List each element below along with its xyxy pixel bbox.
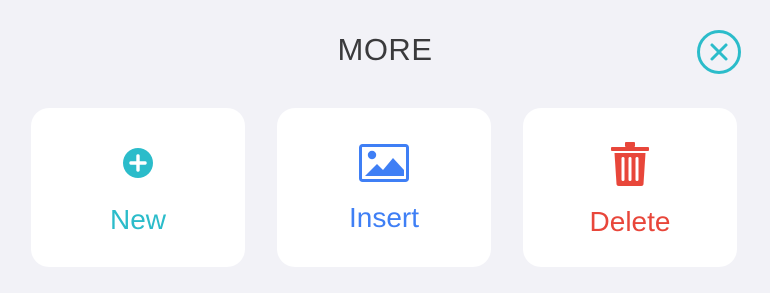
close-button[interactable] — [697, 30, 741, 74]
insert-label: Insert — [348, 202, 420, 233]
new-button[interactable]: New — [31, 108, 245, 267]
insert-button[interactable]: Insert — [277, 108, 491, 267]
image-icon — [359, 140, 409, 186]
close-icon — [710, 43, 728, 61]
trash-icon — [605, 140, 655, 186]
sheet-title: MORE — [337, 32, 433, 67]
plus-circle-icon — [113, 140, 163, 186]
delete-label: Delete — [589, 206, 671, 237]
delete-button[interactable]: Delete — [523, 108, 737, 267]
more-action-sheet: MORE New Insert Delete — [0, 0, 770, 293]
new-label: New — [109, 204, 166, 235]
